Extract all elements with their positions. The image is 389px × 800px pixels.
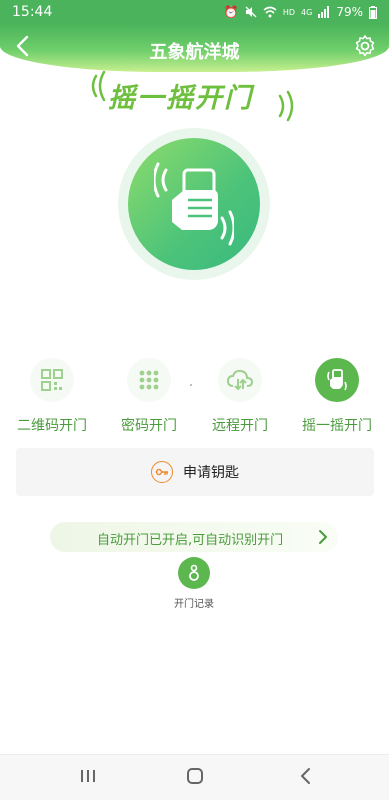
shake-title-text: 摇一摇开门 <box>108 83 253 114</box>
mode-qr-code[interactable]: 二维码开门 <box>7 358 97 438</box>
status-icons: ⏰ HD 4G 79% <box>224 5 377 19</box>
back-icon[interactable] <box>297 767 315 785</box>
qr-code-glyph <box>41 369 63 391</box>
page-title: 五象航洋城 <box>149 42 240 63</box>
home-icon[interactable] <box>186 767 204 785</box>
settings-gear-icon[interactable] <box>353 34 377 58</box>
apply-key-button[interactable]: 申请钥匙 <box>16 448 374 496</box>
mute-icon <box>245 6 257 18</box>
chevron-right-icon <box>319 530 327 544</box>
mode-remote[interactable]: 远程开门 <box>195 358 285 438</box>
mode-remote-label: 远程开门 <box>212 418 268 434</box>
wifi-icon <box>263 6 277 18</box>
key-glyph <box>155 468 168 476</box>
hand-phone-icon <box>154 162 234 246</box>
status-bar: 15:44 ⏰ HD 4G 79% <box>0 0 389 24</box>
battery-icon <box>369 5 377 19</box>
key-icon <box>151 461 173 483</box>
open-record-label: 开门记录 <box>174 599 214 610</box>
alarm-icon: ⏰ <box>223 5 239 19</box>
shake-phone-glyph <box>327 369 347 391</box>
shake-title: 摇一摇开门 <box>82 66 302 122</box>
keypad-icon <box>127 358 171 402</box>
key-ring-icon <box>189 564 199 581</box>
battery-percent: 79% <box>336 5 363 19</box>
shake-button[interactable] <box>128 138 260 270</box>
status-time: 15:44 <box>12 4 53 20</box>
keypad-glyph <box>139 370 159 390</box>
recent-apps-icon[interactable] <box>79 767 97 785</box>
auto-open-banner[interactable]: 自动开门已开启,可自动识别开门 <box>50 522 338 552</box>
system-nav-bar <box>0 754 389 800</box>
open-mode-selector: 二维码开门 密码开门 远程开门 摇一摇开门 <box>0 358 389 438</box>
auto-open-text: 自动开门已开启,可自动识别开门 <box>97 533 284 548</box>
mode-shake-label: 摇一摇开门 <box>302 418 372 434</box>
open-record-button[interactable] <box>178 557 210 589</box>
shake-phone-icon <box>315 358 359 402</box>
mode-keypad-label: 密码开门 <box>121 418 177 434</box>
qr-code-icon <box>30 358 74 402</box>
cloud-glyph <box>227 369 253 391</box>
mode-qr-label: 二维码开门 <box>17 418 87 434</box>
apply-key-label: 申请钥匙 <box>183 465 239 481</box>
mode-keypad[interactable]: 密码开门 <box>104 358 194 438</box>
separator-dot <box>190 384 192 386</box>
mode-shake[interactable]: 摇一摇开门 <box>292 358 382 438</box>
signal-icon <box>318 6 330 18</box>
app-header: 五象航洋城 <box>0 24 389 72</box>
network-type: 4G <box>301 7 313 17</box>
hd-label: HD <box>282 7 296 17</box>
cloud-icon <box>218 358 262 402</box>
